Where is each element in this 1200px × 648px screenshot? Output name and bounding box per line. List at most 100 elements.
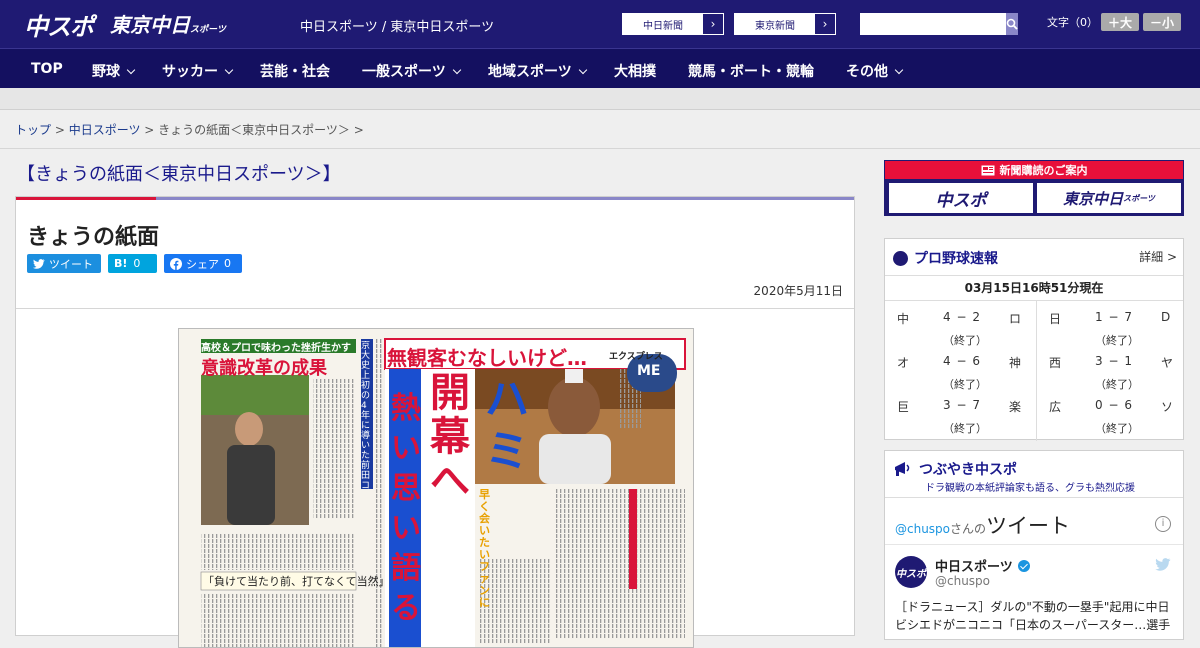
tweet-text[interactable]: ［ドラニュース］ダルの"不動の一塁手"起用に中日ビシエドがニコニコ「日本のスーパ…	[895, 598, 1175, 634]
game-away: 楽	[1009, 400, 1022, 414]
baseball-icon	[893, 250, 908, 266]
nav-baseball[interactable]: 野球	[92, 61, 136, 81]
game-score: 3 − 7	[943, 398, 981, 412]
tokyo-shimbun-link[interactable]: 東京新聞 ›	[734, 13, 836, 35]
chevron-down-icon	[894, 65, 904, 75]
game-home: 広	[1049, 400, 1062, 414]
main-nav: TOP 野球 サッカー 芸能・社会 一般スポーツ 地域スポーツ 大相撲 競馬・ボ…	[0, 48, 1200, 88]
chuspo-logo[interactable]: 中スポ	[24, 7, 94, 42]
tokyo-logo-small: スポーツ	[190, 25, 226, 35]
game-row[interactable]: オ4 − 6 神（終了）	[885, 345, 1035, 391]
tweet-author-name[interactable]: 中日スポーツ	[935, 556, 1030, 575]
nav-label: 競馬・ボート・競輪	[688, 64, 814, 80]
game-score: 4 − 6	[943, 354, 981, 368]
font-smaller-button[interactable]: －小	[1143, 13, 1181, 31]
nav-racing[interactable]: 競馬・ボート・競輪	[688, 61, 814, 81]
subscription-head: 新聞購読のご案内	[885, 161, 1183, 179]
tweets-title: つぶやき中スポ	[893, 459, 1017, 479]
twitter-bird-icon[interactable]	[1155, 558, 1171, 571]
nav-label: 野球	[92, 64, 120, 80]
tweet-label: ツイート	[49, 257, 93, 271]
nav-soccer[interactable]: サッカー	[162, 61, 234, 81]
tokyo-chunichi-logo[interactable]: 東京中日スポーツ	[110, 9, 226, 38]
tweet-timeline: @chuspoさんのツイート i 中スポ 中日スポーツ @chuspo ［ドラニ…	[885, 497, 1183, 647]
subscribe-chuspo-logo[interactable]: 中スポ	[889, 183, 1033, 213]
scores-detail-link[interactable]: 詳細 >	[1139, 248, 1177, 265]
game-home: 中	[897, 312, 910, 326]
nav-local-sports[interactable]: 地域スポーツ	[488, 61, 587, 81]
avatar[interactable]: 中スポ	[895, 556, 927, 588]
game-score: 4 − 2	[943, 310, 981, 324]
hatena-bookmark-button[interactable]: B! 0	[108, 254, 157, 273]
nav-sumo[interactable]: 大相撲	[614, 61, 656, 81]
nav-entertainment[interactable]: 芸能・社会	[260, 61, 330, 81]
paper-left-headline: 意識改革の成果	[201, 358, 327, 379]
game-home: 巨	[897, 400, 910, 414]
subscribe-tokyo-logo[interactable]: 東京中日 スポーツ	[1037, 183, 1181, 213]
breadcrumb-category[interactable]: 中日スポーツ	[69, 123, 141, 137]
breadcrumb-sep: >	[51, 123, 69, 137]
chevron-down-icon	[224, 65, 234, 75]
nav-label: その他	[846, 64, 888, 80]
divider	[16, 308, 854, 309]
breadcrumb-sep: >	[349, 123, 364, 137]
chevron-right-icon: ›	[815, 14, 835, 34]
breadcrumb-home[interactable]: トップ	[15, 123, 51, 137]
game-score: 3 − 1	[1095, 354, 1133, 368]
search-button[interactable]	[1006, 13, 1018, 35]
font-bigger-button[interactable]: ＋大	[1101, 13, 1139, 31]
info-icon[interactable]: i	[1155, 516, 1171, 532]
search-box	[860, 13, 1018, 35]
game-row[interactable]: 日1 − 7 D （終了）	[1037, 301, 1187, 347]
scores-title: プロ野球速報	[893, 248, 998, 268]
hatena-icon: B!	[114, 257, 128, 270]
game-away: ロ	[1009, 312, 1022, 326]
paper-headline-kaimaku: 開幕へ	[430, 370, 470, 504]
paper-vertical-subhead: 京大史上初の4年に導いた前田コーチに聞く	[361, 341, 371, 489]
game-row[interactable]: 広 0 − 6 ソ （終了）	[1037, 389, 1187, 435]
breadcrumb: トップ > 中日スポーツ > きょうの紙面＜東京中日スポーツ＞ >	[15, 121, 364, 138]
game-score: 0 − 6	[1095, 398, 1133, 412]
chevron-down-icon	[126, 65, 136, 75]
article-date: 2020年5月11日	[753, 284, 843, 298]
paper-headline-hami: ハミ	[485, 374, 529, 477]
chunichi-shimbun-label: 中日新聞	[643, 20, 683, 32]
newspaper-front-page-image[interactable]: 高校＆プロで味わった挫折生かす 意識改革の成果 「負けて当たり前、打てなくて当然…	[178, 328, 694, 648]
chunichi-shimbun-link[interactable]: 中日新聞 ›	[622, 13, 724, 35]
timeline-handle-link[interactable]: @chuspo	[895, 522, 950, 536]
tweets-title-label: つぶやき中スポ	[919, 462, 1017, 478]
ad-strip	[0, 88, 1200, 110]
tweet-button[interactable]: ツイート	[27, 254, 101, 273]
nav-label: 地域スポーツ	[488, 64, 572, 80]
newspaper-icon	[981, 165, 994, 175]
game-score: 1 − 7	[1095, 310, 1133, 324]
nav-top[interactable]: TOP	[31, 61, 63, 77]
game-away: D	[1161, 310, 1171, 324]
search-input[interactable]	[860, 13, 1006, 35]
divider	[885, 544, 1183, 545]
breadcrumb-sep: >	[140, 123, 159, 137]
article-panel: きょうの紙面 ツイート B! 0 シェア 0 2020年5月11日 高校＆プロで…	[15, 196, 855, 648]
section-title: 【きょうの紙面＜東京中日スポーツ＞】	[17, 164, 341, 185]
nav-label: 大相撲	[614, 64, 656, 80]
tokyo-logo-text: 東京中日	[110, 13, 190, 37]
game-away: ソ	[1161, 400, 1174, 414]
nav-general-sports[interactable]: 一般スポーツ	[362, 61, 461, 81]
timeline-handle-suffix: さんの	[950, 522, 987, 536]
tweet-author-handle[interactable]: @chuspo	[935, 574, 990, 588]
chevron-right-icon: ›	[703, 14, 723, 34]
nav-other[interactable]: その他	[846, 61, 904, 81]
game-home: オ	[897, 356, 910, 370]
nav-label: サッカー	[162, 64, 218, 80]
game-row[interactable]: 中4 − 2 ロ（終了）	[885, 301, 1035, 347]
scores-title-label: プロ野球速報	[914, 251, 998, 267]
game-row[interactable]: 巨 3 − 7 楽 （終了）	[885, 389, 1035, 435]
facebook-share-button[interactable]: シェア 0	[164, 254, 242, 273]
pro-baseball-scores: プロ野球速報 詳細 > 03月15日16時51分現在 中 4 − 2 ロ （終了） 日…	[884, 238, 1187, 441]
game-row[interactable]: 西3 − 1 ヤ（終了）	[1037, 345, 1187, 391]
game-away: 神	[1009, 356, 1022, 370]
twitter-bird-icon	[33, 258, 45, 269]
breadcrumb-current: きょうの紙面＜東京中日スポーツ＞	[158, 123, 350, 137]
subscription-banner[interactable]: 新聞購読のご案内 中スポ 東京中日 スポーツ	[884, 160, 1184, 216]
facebook-share-count: 0	[224, 257, 231, 270]
